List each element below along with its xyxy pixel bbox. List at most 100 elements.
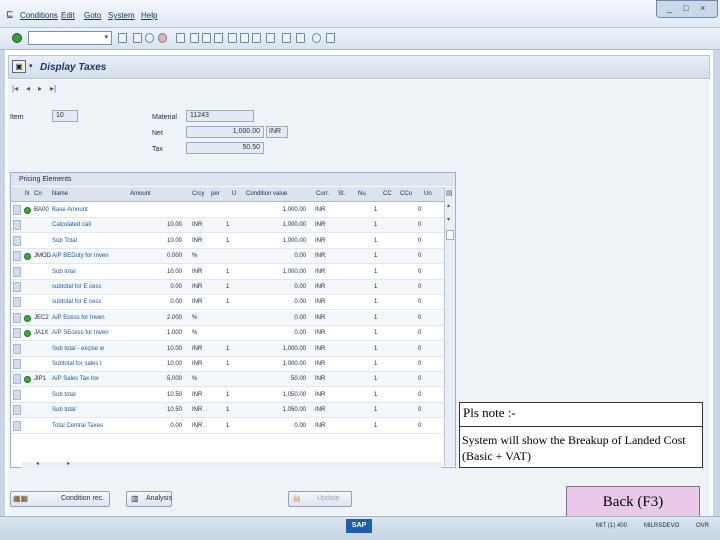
row-selector[interactable] (13, 282, 21, 292)
row-selector[interactable] (13, 328, 21, 339)
cell-name[interactable]: Sub Total (52, 234, 77, 249)
row-selector[interactable] (13, 297, 21, 308)
last-page-icon[interactable] (252, 33, 261, 43)
cell-name[interactable]: Base Amount (52, 203, 88, 218)
menu-system[interactable]: System (108, 11, 135, 20)
status-server[interactable]: MILRSDEVO (644, 523, 679, 529)
chevron-down-icon[interactable]: ▾ (104, 33, 108, 41)
scroll-up-icon[interactable]: ▴ (447, 202, 450, 209)
status-mode[interactable]: OVR (696, 523, 709, 529)
back-icon[interactable] (133, 33, 142, 43)
customize-icon[interactable] (326, 33, 335, 43)
row-selector[interactable] (13, 312, 21, 323)
previous-item-icon[interactable]: ◂ (26, 84, 30, 93)
cell-name[interactable]: Sub total (52, 388, 76, 403)
row-selector[interactable] (13, 405, 21, 416)
material-field[interactable]: 11243 (186, 110, 254, 122)
col-header[interactable]: Un (424, 191, 432, 197)
col-header[interactable]: Nu (358, 191, 366, 197)
col-header[interactable]: Curr. (316, 191, 329, 197)
cell-name[interactable]: Total Central Taxes (52, 419, 103, 434)
cell-name[interactable]: Calculated call (52, 218, 91, 233)
col-header[interactable]: CCo (400, 191, 412, 197)
shortcut-icon[interactable] (282, 33, 291, 43)
condition-record-button[interactable]: ▦▦ Condition rec. (10, 491, 110, 507)
layout-icon[interactable] (296, 33, 305, 43)
previous-page-icon[interactable] (228, 33, 237, 43)
item-field[interactable]: 10 (52, 110, 78, 122)
print-icon[interactable] (176, 33, 185, 43)
command-field[interactable]: ▾ (28, 31, 112, 45)
maximize-icon[interactable]: □ (683, 3, 688, 13)
col-header[interactable]: U (232, 191, 236, 197)
find-icon[interactable] (190, 33, 199, 43)
cell-name[interactable]: A/P BEDuty for Inven (52, 249, 109, 264)
first-page-icon[interactable] (214, 33, 223, 43)
row-selector[interactable] (13, 220, 21, 231)
col-header[interactable]: Name (52, 191, 68, 197)
col-header[interactable]: Amount (130, 191, 151, 197)
row-selector[interactable] (13, 389, 21, 400)
cell-name[interactable]: subtotal for E cess (52, 295, 101, 310)
first-item-icon[interactable]: |◂ (12, 84, 18, 93)
tax-field[interactable]: 50.50 (186, 142, 264, 154)
close-icon[interactable]: × (700, 3, 705, 13)
last-item-icon[interactable]: ▸| (50, 84, 56, 93)
table-title: Pricing Elements (11, 173, 455, 186)
scroll-right-icon[interactable]: ▸ (67, 460, 70, 467)
chevron-down-icon[interactable]: ▾ (29, 62, 33, 70)
row-selector[interactable] (13, 251, 21, 262)
back-f3-button[interactable]: Back (F3) (566, 486, 700, 518)
system-menu-icon[interactable]: ⊑ (6, 9, 14, 20)
minimize-icon[interactable]: _ (667, 3, 672, 13)
col-header[interactable]: St. (338, 191, 345, 197)
find-next-icon[interactable] (202, 33, 211, 43)
cell-name[interactable]: Sub total - excise w (52, 342, 104, 357)
col-header[interactable]: N (25, 191, 29, 197)
enter-icon[interactable] (12, 33, 22, 43)
net-field[interactable]: 1,000.00 (186, 126, 264, 138)
horizontal-scrollbar[interactable]: ◂ ▸ (22, 460, 442, 468)
col-header[interactable]: Cn (34, 191, 42, 197)
row-selector[interactable] (13, 359, 21, 369)
row-selector[interactable] (13, 420, 21, 431)
vertical-scrollbar[interactable]: ▤ ▴ ▾ (444, 188, 455, 466)
row-selector[interactable] (13, 343, 21, 354)
row-selector[interactable] (13, 374, 21, 385)
help-icon[interactable] (312, 33, 321, 43)
analysis-button[interactable]: ▥ Analysis (126, 491, 172, 507)
cell-name[interactable]: A/P Ecess for Inven (52, 311, 105, 326)
col-header[interactable]: Crcy (192, 191, 204, 197)
col-header[interactable]: Condition value (246, 191, 287, 197)
cell-name[interactable]: subtotal for E cess (52, 280, 101, 295)
col-header[interactable]: CC (383, 191, 392, 197)
menu-goto[interactable]: Goto (84, 11, 101, 20)
new-session-icon[interactable] (266, 33, 275, 43)
menu-help[interactable]: Help (141, 11, 157, 20)
cell-name[interactable]: A/P SEcess for Inven (52, 326, 109, 341)
cancel-icon[interactable] (158, 33, 167, 43)
save-icon[interactable] (118, 33, 127, 43)
cell-name[interactable]: Subtotal for sales t (52, 357, 102, 372)
next-item-icon[interactable]: ▸ (38, 84, 42, 93)
cell-name[interactable]: Sub total (52, 403, 76, 418)
scroll-left-icon[interactable]: ◂ (36, 460, 39, 467)
cell-amount: 0.000 (166, 253, 182, 260)
cell-name[interactable]: Sub total (52, 265, 76, 280)
row-selector[interactable] (13, 205, 21, 215)
row-selector[interactable] (13, 266, 21, 277)
exit-icon[interactable] (145, 33, 154, 43)
menu-edit[interactable]: Edit (61, 11, 75, 20)
next-page-icon[interactable] (240, 33, 249, 43)
status-system[interactable]: MIT (1) 400 (596, 523, 627, 529)
cell-un: 0 (418, 330, 422, 337)
col-header[interactable]: per (211, 191, 220, 197)
cell-name[interactable]: A/P Sales Tax Inv (52, 372, 99, 387)
scroll-thumb[interactable] (446, 230, 454, 240)
net-currency-field[interactable]: INR (266, 126, 288, 138)
update-button[interactable]: ▤ Update (288, 491, 352, 507)
scroll-down-icon[interactable]: ▾ (447, 216, 450, 223)
menu-conditions[interactable]: Conditions (20, 11, 58, 20)
row-selector[interactable] (13, 235, 21, 246)
column-settings-icon[interactable]: ▤ (446, 189, 453, 197)
